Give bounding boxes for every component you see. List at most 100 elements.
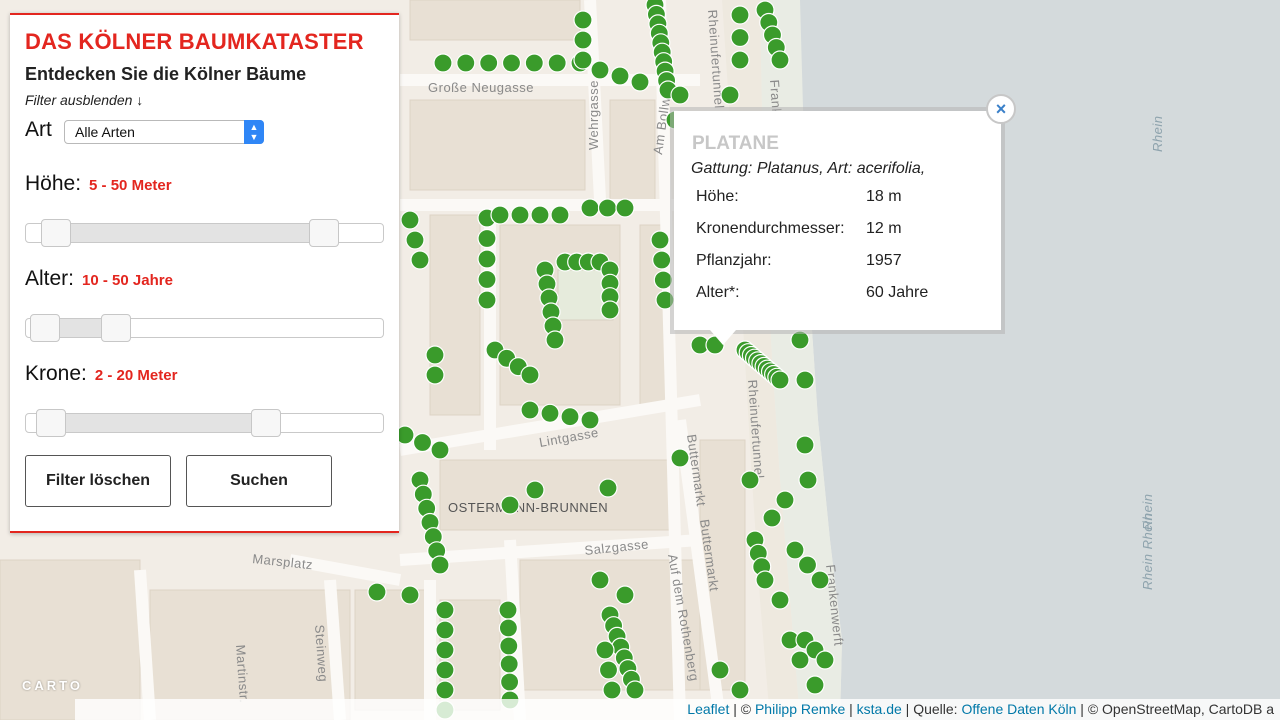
tree-marker[interactable] (435, 640, 455, 660)
tree-marker[interactable] (425, 345, 445, 365)
tree-marker[interactable] (477, 290, 497, 310)
tree-marker[interactable] (500, 672, 520, 692)
hoehe-slider[interactable] (25, 219, 384, 247)
tree-marker[interactable] (456, 53, 476, 73)
tree-marker[interactable] (479, 53, 499, 73)
tree-marker[interactable] (573, 50, 593, 70)
hoehe-slider-max-handle[interactable] (309, 219, 339, 247)
alter-slider-min-handle[interactable] (30, 314, 60, 342)
tree-marker[interactable] (795, 370, 815, 390)
tree-marker[interactable] (435, 680, 455, 700)
tree-marker[interactable] (710, 660, 730, 680)
tree-marker[interactable] (430, 555, 450, 575)
tree-marker[interactable] (547, 53, 567, 73)
tree-marker[interactable] (652, 250, 672, 270)
tree-marker[interactable] (797, 555, 818, 575)
leaflet-link[interactable]: Leaflet (687, 701, 729, 717)
tree-marker[interactable] (610, 66, 630, 86)
tree-marker[interactable] (600, 300, 620, 320)
tree-marker[interactable] (815, 650, 835, 670)
hoehe-slider-min-handle[interactable] (41, 219, 71, 247)
krone-slider-max-handle[interactable] (251, 409, 281, 437)
tree-marker[interactable] (560, 407, 580, 427)
tree-marker[interactable] (770, 50, 790, 70)
tree-marker[interactable] (795, 435, 815, 455)
tree-marker[interactable] (720, 85, 740, 105)
tree-marker[interactable] (573, 10, 593, 30)
tree-marker[interactable] (670, 85, 690, 105)
tree-marker[interactable] (590, 60, 610, 80)
tree-marker[interactable] (798, 470, 818, 490)
tree-marker[interactable] (405, 230, 425, 250)
tree-marker[interactable] (524, 53, 544, 73)
tree-marker[interactable] (530, 205, 550, 225)
source-link[interactable]: Offene Daten Köln (961, 701, 1076, 717)
search-button[interactable]: Suchen (186, 455, 332, 507)
tree-marker[interactable] (540, 403, 560, 423)
tree-marker[interactable] (435, 600, 455, 620)
tree-marker[interactable] (595, 640, 615, 660)
tree-marker[interactable] (433, 53, 453, 73)
tree-marker[interactable] (501, 53, 522, 73)
tree-marker[interactable] (545, 330, 565, 350)
tree-marker[interactable] (785, 540, 805, 560)
art-select[interactable]: Alle Arten ▲ ▼ (64, 120, 264, 144)
tree-marker[interactable] (615, 585, 635, 605)
tree-marker[interactable] (630, 72, 650, 92)
tree-marker[interactable] (573, 30, 593, 50)
tree-marker[interactable] (520, 365, 540, 385)
tree-marker[interactable] (730, 5, 750, 25)
tree-marker[interactable] (625, 680, 645, 700)
tree-marker[interactable] (597, 198, 618, 218)
tree-marker[interactable] (412, 432, 433, 453)
tree-marker[interactable] (770, 590, 790, 610)
alter-slider-max-handle[interactable] (101, 314, 131, 342)
clear-filter-button[interactable]: Filter löschen (25, 455, 171, 507)
tree-marker[interactable] (367, 582, 387, 602)
tree-marker[interactable] (775, 490, 795, 510)
tree-marker[interactable] (490, 205, 510, 225)
tree-marker[interactable] (755, 570, 775, 590)
tree-marker[interactable] (655, 290, 675, 310)
tree-marker[interactable] (477, 269, 497, 290)
tree-marker[interactable] (790, 330, 810, 350)
tree-marker[interactable] (498, 600, 518, 620)
tree-marker[interactable] (670, 448, 690, 468)
tree-marker[interactable] (805, 675, 825, 695)
tree-marker[interactable] (810, 570, 830, 590)
tree-marker[interactable] (477, 228, 497, 249)
tree-marker[interactable] (740, 470, 760, 490)
author-link[interactable]: Philipp Remke (755, 701, 845, 717)
tree-marker[interactable] (425, 365, 445, 385)
tree-marker[interactable] (770, 370, 790, 390)
tree-marker[interactable] (520, 400, 540, 420)
tree-marker[interactable] (790, 650, 810, 670)
tree-marker[interactable] (602, 680, 622, 700)
tree-marker[interactable] (598, 660, 619, 680)
tree-marker[interactable] (410, 250, 430, 270)
ksta-link[interactable]: ksta.de (857, 701, 902, 717)
tree-marker[interactable] (615, 198, 635, 218)
tree-marker[interactable] (598, 478, 618, 498)
tree-marker[interactable] (550, 205, 570, 225)
tree-marker[interactable] (499, 636, 519, 656)
tree-marker[interactable] (430, 440, 450, 460)
alter-slider[interactable] (25, 314, 384, 342)
tree-marker[interactable] (499, 654, 519, 674)
tree-marker[interactable] (730, 27, 750, 48)
tree-marker[interactable] (500, 495, 520, 515)
tree-marker[interactable] (435, 660, 455, 680)
tree-marker[interactable] (590, 570, 610, 590)
close-icon[interactable]: × (986, 94, 1016, 124)
tree-marker[interactable] (730, 50, 750, 70)
tree-marker[interactable] (477, 249, 497, 269)
tree-marker[interactable] (650, 230, 670, 250)
tree-marker[interactable] (762, 508, 782, 528)
krone-slider[interactable] (25, 409, 384, 437)
filter-toggle-link[interactable]: Filter ausblenden ↓ (25, 92, 143, 108)
tree-marker[interactable] (498, 618, 518, 638)
tree-marker[interactable] (435, 620, 455, 640)
tree-marker[interactable] (400, 585, 420, 605)
tree-marker[interactable] (580, 198, 600, 218)
tree-marker[interactable] (580, 410, 600, 430)
